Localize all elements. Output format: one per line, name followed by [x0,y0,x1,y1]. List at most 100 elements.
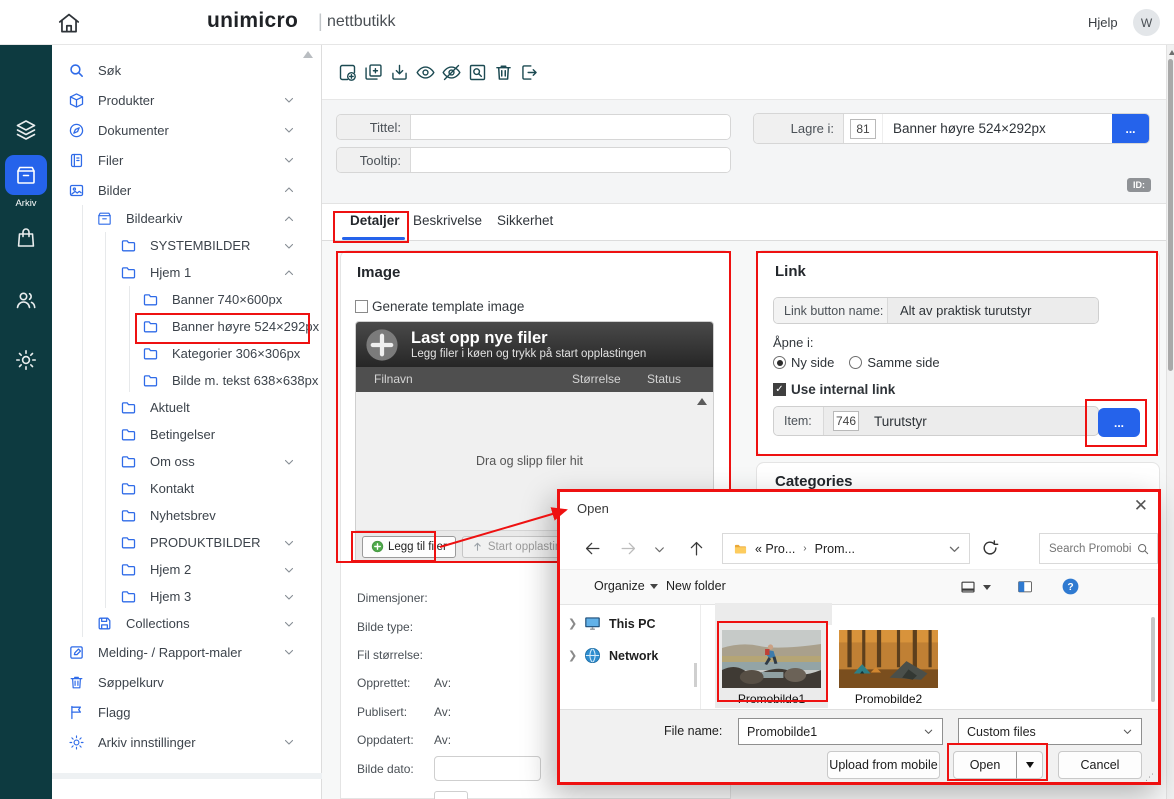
expand-chevron-icon[interactable]: ❯ [568,617,576,630]
browse-folder-button[interactable]: ... [1112,114,1149,143]
nav-item-aktuelt[interactable]: Aktuelt [52,394,321,421]
folder-name-field[interactable]: Banner høyre 524×292px [882,114,1112,143]
address-chevron-icon[interactable] [946,542,963,556]
resize-grip[interactable]: ⋰ [1145,773,1154,782]
preview-icon[interactable] [467,62,488,83]
tree-scrollbar-thumb[interactable] [694,663,697,687]
tooltip-input[interactable] [411,148,730,172]
tab-sikkerhet[interactable]: Sikkerhet [497,213,553,228]
nav-item-om-oss[interactable]: Om oss [52,448,321,475]
main-scrollbar[interactable] [1166,45,1174,799]
scrollbar-thumb[interactable] [1168,59,1173,371]
nav-item-hjem-1[interactable]: Hjem 1 [52,259,321,286]
download-icon[interactable] [389,62,410,83]
file-list-scrollbar[interactable] [1151,617,1155,702]
nav-item-collections[interactable]: Collections [52,610,321,637]
nav-item-banner-740-600px[interactable]: Banner 740×600px [52,286,321,313]
cancel-button[interactable]: Cancel [1058,751,1142,779]
tittel-input[interactable] [411,115,730,139]
rail-item-modules[interactable] [0,118,52,142]
chevron-down-icon[interactable] [283,618,295,630]
generate-template-checkbox[interactable] [355,300,368,313]
breadcrumb-parent[interactable]: « Pro... [755,542,795,556]
chevron-down-icon[interactable] [283,736,295,748]
link-button-name-value[interactable]: Alt av praktisk turutstyr [888,298,1098,323]
rail-item-settings[interactable] [0,348,52,372]
radio-samme-side[interactable] [849,356,862,369]
chevron-down-icon[interactable] [283,537,295,549]
nav-item-hjem-3[interactable]: Hjem 3 [52,583,321,610]
open-button[interactable]: Open [953,751,1017,779]
item-value[interactable]: Turutstyr [868,414,1098,429]
rail-item-shop[interactable] [0,226,52,250]
file-type-combo[interactable]: Custom files [958,718,1142,745]
nav-item-hjem-2[interactable]: Hjem 2 [52,556,321,583]
nav-item-bildearkiv[interactable]: Bildearkiv [52,205,321,232]
help-link[interactable]: Hjelp [1088,15,1118,30]
nav-item-banner-høyre-524-292px[interactable]: Banner høyre 524×292px [52,313,321,340]
chevron-down-icon[interactable] [283,124,295,136]
file-promobilde1[interactable]: Promobilde1 [715,621,828,708]
nav-item-bilde-m-tekst-638-638px[interactable]: Bilde m. tekst 638×638px [52,367,321,394]
duplicate-icon[interactable] [363,62,384,83]
eye-off-icon[interactable] [441,62,462,83]
chevron-up-icon[interactable] [283,213,295,225]
home-icon[interactable] [55,10,83,36]
chevron-up-icon[interactable] [283,184,295,196]
rail-item-arkiv[interactable]: Arkiv [0,155,52,209]
nav-item-dokumenter[interactable]: Dokumenter [52,115,321,145]
chevron-down-icon[interactable] [283,564,295,576]
trash-icon[interactable] [493,62,514,83]
nav-item-bilder[interactable]: Bilder [52,175,321,205]
nav-item-søk[interactable]: Søk [52,55,321,85]
tab-beskrivelse[interactable]: Beskrivelse [413,213,482,228]
nav-item-systembilder[interactable]: SYSTEMBILDER [52,232,321,259]
forward-arrow-icon[interactable] [619,539,638,558]
use-internal-link-checkbox[interactable]: ✓ [773,383,786,396]
add-files-button[interactable]: Legg til filer [362,536,456,558]
chevron-down-icon[interactable] [283,240,295,252]
nav-item-filer[interactable]: Filer [52,145,321,175]
export-icon[interactable] [519,62,540,83]
view-options-button[interactable] [959,578,991,596]
chevron-down-icon[interactable] [283,646,295,658]
nav-item-kontakt[interactable]: Kontakt [52,475,321,502]
refresh-icon[interactable] [980,538,1000,558]
new-folder-button[interactable]: New folder [666,579,726,593]
nav-item-flagg[interactable]: Flagg [52,697,321,727]
file-promobilde2[interactable]: Promobilde2 [832,621,945,708]
radio-ny-side[interactable] [773,356,786,369]
nav-item-kategorier-306-306px[interactable]: Kategorier 306×306px [52,340,321,367]
file-name-combo[interactable]: Promobilde1 [738,718,943,745]
close-icon[interactable]: ✕ [1134,496,1148,516]
nav-item-produktbilder[interactable]: PRODUKTBILDER [52,529,321,556]
organize-menu[interactable]: Organize [594,579,658,593]
recent-locations-chevron-icon[interactable] [653,543,666,556]
nav-item-nyhetsbrev[interactable]: Nyhetsbrev [52,502,321,529]
breadcrumb-current[interactable]: Prom... [815,542,855,556]
tree-item-network[interactable]: ❯Network [568,646,658,665]
item-id-input[interactable]: 746 [833,411,859,431]
nav-item-produkter[interactable]: Produkter [52,85,321,115]
help-icon[interactable]: ? [1061,577,1080,596]
chevron-down-icon[interactable] [283,154,295,166]
nav-item-betingelser[interactable]: Betingelser [52,421,321,448]
chevron-down-icon[interactable] [283,94,295,106]
add-image-icon[interactable] [337,62,358,83]
search-input[interactable] [1040,543,1136,555]
magnifier-icon[interactable] [1136,542,1150,556]
nav-horizontal-scrollbar[interactable] [52,773,322,779]
preview-pane-icon[interactable] [1016,578,1034,596]
up-arrow-icon[interactable] [687,539,706,558]
bilde-dato-input[interactable] [434,756,541,781]
chevron-down-icon[interactable] [283,591,295,603]
address-bar[interactable]: « Pro... › Prom... [722,533,970,564]
metadata-small-input[interactable] [434,791,468,799]
open-split-arrow[interactable] [1016,751,1043,779]
browse-item-button[interactable]: ... [1098,408,1140,437]
eye-icon[interactable] [415,62,436,83]
tree-item-this-pc[interactable]: ❯This PC [568,614,656,633]
folder-id-input[interactable]: 81 [850,119,876,139]
nav-item-søppelkurv[interactable]: Søppelkurv [52,667,321,697]
rail-item-users[interactable] [0,288,52,312]
